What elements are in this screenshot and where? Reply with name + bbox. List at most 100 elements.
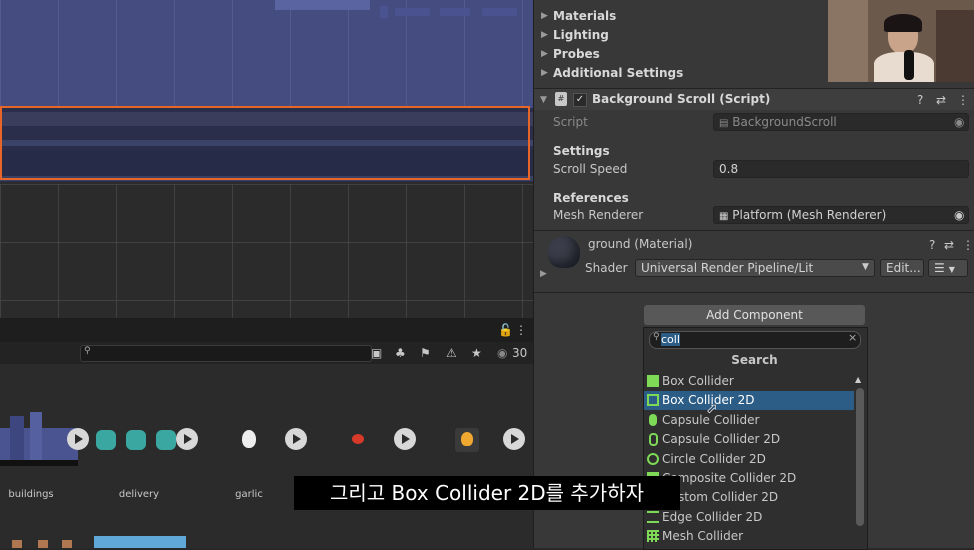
- asset-label: buildings: [8, 489, 54, 500]
- selection-outline[interactable]: [0, 106, 530, 180]
- foldout-materials[interactable]: Materials: [553, 9, 616, 23]
- shader-label: Shader: [585, 261, 628, 275]
- dropdown-item-label: Circle Collider 2D: [662, 452, 766, 466]
- foldout-additional-settings[interactable]: Additional Settings: [553, 66, 683, 80]
- mesh-renderer-field[interactable]: ▦ Platform (Mesh Renderer): [713, 206, 969, 224]
- filter-by-type-icon[interactable]: ▣: [371, 345, 382, 361]
- foldout-arrow-icon[interactable]: ▶: [541, 49, 548, 59]
- references-header: References: [553, 191, 629, 205]
- script-field: ▤ BackgroundScroll: [713, 113, 969, 131]
- search-icon: ⚲: [84, 346, 91, 356]
- foldout-lighting[interactable]: Lighting: [553, 28, 609, 42]
- object-picker-icon[interactable]: ◉: [954, 114, 964, 130]
- scene-building-window: [482, 8, 517, 16]
- scroll-speed-field[interactable]: 0.8: [713, 160, 969, 178]
- dropdown-item[interactable]: Box Collider: [644, 372, 854, 391]
- shader-dropdown[interactable]: Universal Render Pipeline/Lit: [635, 259, 875, 277]
- mesh-renderer-value: Platform (Mesh Renderer): [732, 208, 887, 222]
- asset-thumbnail-delivery[interactable]: [96, 426, 181, 454]
- edit-shader-button[interactable]: Edit...: [880, 259, 924, 277]
- box-collider-icon: [647, 375, 659, 387]
- dropdown-item[interactable]: Edge Collider 2D: [644, 508, 854, 527]
- dropdown-scrollbar[interactable]: [856, 388, 864, 526]
- foldout-probes[interactable]: Probes: [553, 47, 600, 61]
- mesh-renderer-label: Mesh Renderer: [553, 208, 644, 222]
- asset-thumbnail-row2[interactable]: [0, 536, 90, 548]
- box-collider-2d-icon: [647, 394, 659, 406]
- presets-icon[interactable]: ⇄: [944, 237, 954, 253]
- lock-icon[interactable]: 🔓: [498, 322, 513, 338]
- mouse-cursor-icon: ⬀: [706, 401, 718, 417]
- object-picker-icon[interactable]: ◉: [954, 207, 964, 223]
- script-icon: #: [555, 92, 567, 106]
- add-component-button[interactable]: Add Component: [644, 305, 865, 325]
- mesh-collider-icon: [647, 530, 659, 542]
- component-menu-icon[interactable]: ⋮: [957, 92, 969, 108]
- foldout-arrow-icon[interactable]: ▶: [541, 11, 548, 21]
- foldout-arrow-icon[interactable]: ▶: [541, 30, 548, 40]
- foldout-arrow-icon[interactable]: ▶: [541, 68, 548, 78]
- mesh-renderer-icon: ▦: [719, 211, 729, 222]
- capsule-collider-icon: [649, 414, 657, 426]
- chevron-down-icon: ▼: [862, 262, 869, 272]
- project-assets-area: [0, 364, 533, 548]
- capsule-collider-2d-icon: [649, 433, 658, 446]
- foldout-arrow-icon[interactable]: ▶: [540, 269, 547, 279]
- component-search-input[interactable]: ⚲ coll ×: [649, 331, 861, 349]
- play-preview-button[interactable]: [285, 428, 307, 450]
- material-title: ground (Material): [588, 237, 693, 251]
- asset-thumbnail-fire[interactable]: [455, 428, 479, 452]
- search-icon: ⚲: [653, 332, 660, 342]
- asset-thumbnail-sky[interactable]: [94, 536, 186, 548]
- component-title: Background Scroll (Script): [592, 92, 771, 106]
- visible-count: 30: [512, 346, 528, 360]
- dropdown-item[interactable]: Capsule Collider 2D: [644, 430, 854, 449]
- help-icon[interactable]: ?: [929, 237, 935, 253]
- divider: [534, 230, 974, 231]
- more-options-icon[interactable]: ⋮: [515, 322, 527, 338]
- material-menu-icon[interactable]: ⋮: [962, 237, 974, 253]
- play-preview-button[interactable]: [394, 428, 416, 450]
- dropdown-item[interactable]: Mesh Collider: [644, 527, 854, 546]
- list-icon: ☰: [934, 261, 945, 275]
- play-preview-button[interactable]: [67, 428, 89, 450]
- component-search-value: coll: [661, 333, 680, 346]
- tag-icon[interactable]: ⚑: [420, 345, 431, 361]
- scene-view[interactable]: [0, 0, 533, 318]
- dropdown-item-label: Mesh Collider: [662, 529, 744, 543]
- scene-building-window: [395, 8, 430, 16]
- scene-building-window: [440, 8, 470, 16]
- settings-header: Settings: [553, 144, 610, 158]
- filter-by-label-icon[interactable]: ♣: [395, 345, 406, 361]
- visibility-icon[interactable]: ◉: [497, 345, 507, 361]
- scroll-up-icon[interactable]: ▲: [855, 375, 861, 384]
- chevron-down-icon: ▼: [948, 265, 955, 274]
- collapse-arrow-icon[interactable]: ▼: [540, 95, 547, 105]
- asset-thumbnail-pepper[interactable]: [352, 434, 364, 444]
- scene-lower-grid: [0, 184, 533, 318]
- play-preview-button[interactable]: [503, 428, 525, 450]
- shader-options-button[interactable]: ☰ ▼: [928, 259, 968, 277]
- clear-search-icon[interactable]: ×: [848, 331, 857, 344]
- presets-icon[interactable]: ⇄: [936, 92, 946, 108]
- dropdown-item[interactable]: Circle Collider 2D: [644, 450, 854, 469]
- video-subtitle: 그리고 Box Collider 2D를 추가하자: [294, 476, 680, 510]
- dropdown-item-selected[interactable]: Box Collider 2D: [644, 391, 854, 410]
- favorite-star-icon[interactable]: ★: [471, 345, 482, 361]
- edge-collider-2d-icon: [647, 511, 659, 523]
- asset-thumbnail-garlic[interactable]: [242, 430, 256, 448]
- warning-icon[interactable]: ⚠: [446, 345, 457, 361]
- asset-label: garlic: [235, 489, 263, 500]
- scene-building-window: [380, 6, 388, 18]
- scene-building: [275, 0, 370, 10]
- script-file-icon: ▤: [719, 118, 729, 129]
- help-icon[interactable]: ?: [917, 92, 923, 108]
- asset-label: delivery: [118, 489, 160, 500]
- play-preview-button[interactable]: [176, 428, 198, 450]
- component-enabled-checkbox[interactable]: ✓: [573, 93, 587, 107]
- scroll-speed-label: Scroll Speed: [553, 162, 628, 176]
- project-search-input[interactable]: ⚲: [80, 345, 372, 362]
- dropdown-title: Search: [731, 353, 778, 367]
- circle-collider-2d-icon: [647, 453, 659, 465]
- dropdown-item[interactable]: Capsule Collider: [644, 411, 854, 430]
